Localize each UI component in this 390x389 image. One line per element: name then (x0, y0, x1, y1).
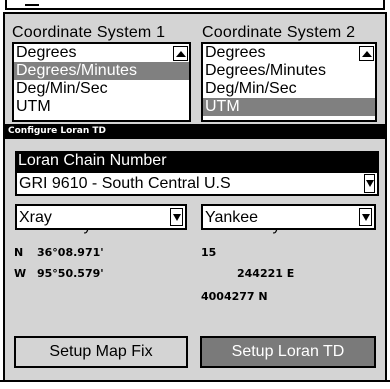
scroll-up-button[interactable] (173, 46, 188, 61)
latitude-value: 36°08.971' (37, 246, 104, 259)
background-window-edge (0, 0, 390, 10)
loran-chain-value: GRI 9610 - South Central U.S (19, 175, 231, 192)
utm-zone: 15 (201, 246, 217, 259)
list-item[interactable]: Degrees (14, 44, 189, 62)
longitude-direction: W (14, 267, 27, 280)
background-window-edge-bottom (0, 380, 390, 389)
list-item-selected[interactable]: UTM (203, 98, 375, 116)
setup-loran-td-button[interactable]: Setup Loran TD (200, 336, 376, 368)
longitude-value: 95°50.579' (37, 267, 104, 280)
secondary-station-2-value: Yankee (205, 209, 259, 226)
chevron-down-icon[interactable] (359, 208, 372, 226)
loran-chain-number-label: Loran Chain Number (15, 151, 379, 171)
triangle-up-icon (175, 50, 186, 57)
dialog-title: Configure Loran TD (5, 124, 385, 139)
triangle-up-icon (361, 50, 372, 57)
list-item[interactable]: Deg/Min/Sec (203, 80, 375, 98)
loran-chain-dropdown[interactable]: GRI 9610 - South Central U.S (15, 171, 379, 196)
secondary-station-1-value: Xray (19, 209, 52, 226)
chevron-down-icon[interactable] (170, 208, 183, 226)
list-item-selected[interactable]: Degrees/Minutes (14, 62, 189, 80)
utm-easting: 244221 E (237, 267, 295, 280)
coordinate-system-2-list[interactable]: Degrees Degrees/Minutes Deg/Min/Sec UTM (201, 42, 377, 122)
coordinate-system-2-label: Coordinate System 2 (202, 24, 356, 41)
coordinate-system-1-list[interactable]: Degrees Degrees/Minutes Deg/Min/Sec UTM (12, 42, 191, 122)
setup-map-fix-button[interactable]: Setup Map Fix (14, 336, 188, 368)
chevron-down-icon[interactable] (364, 174, 375, 193)
secondary-station-1-dropdown[interactable]: Xray (15, 204, 187, 230)
list-item[interactable]: Degrees/Minutes (203, 62, 375, 80)
list-item[interactable]: Deg/Min/Sec (14, 80, 189, 98)
scroll-up-button[interactable] (359, 46, 374, 61)
coordinate-system-1-label: Coordinate System 1 (12, 24, 166, 41)
screen: Coordinate System 1 Degrees Degrees/Minu… (0, 0, 390, 389)
latitude-direction: N (14, 246, 24, 259)
list-item[interactable]: UTM (14, 98, 189, 116)
utm-northing: 4004277 N (201, 290, 268, 303)
secondary-station-2-dropdown[interactable]: Yankee (201, 204, 376, 230)
list-item[interactable]: Degrees (203, 44, 375, 62)
